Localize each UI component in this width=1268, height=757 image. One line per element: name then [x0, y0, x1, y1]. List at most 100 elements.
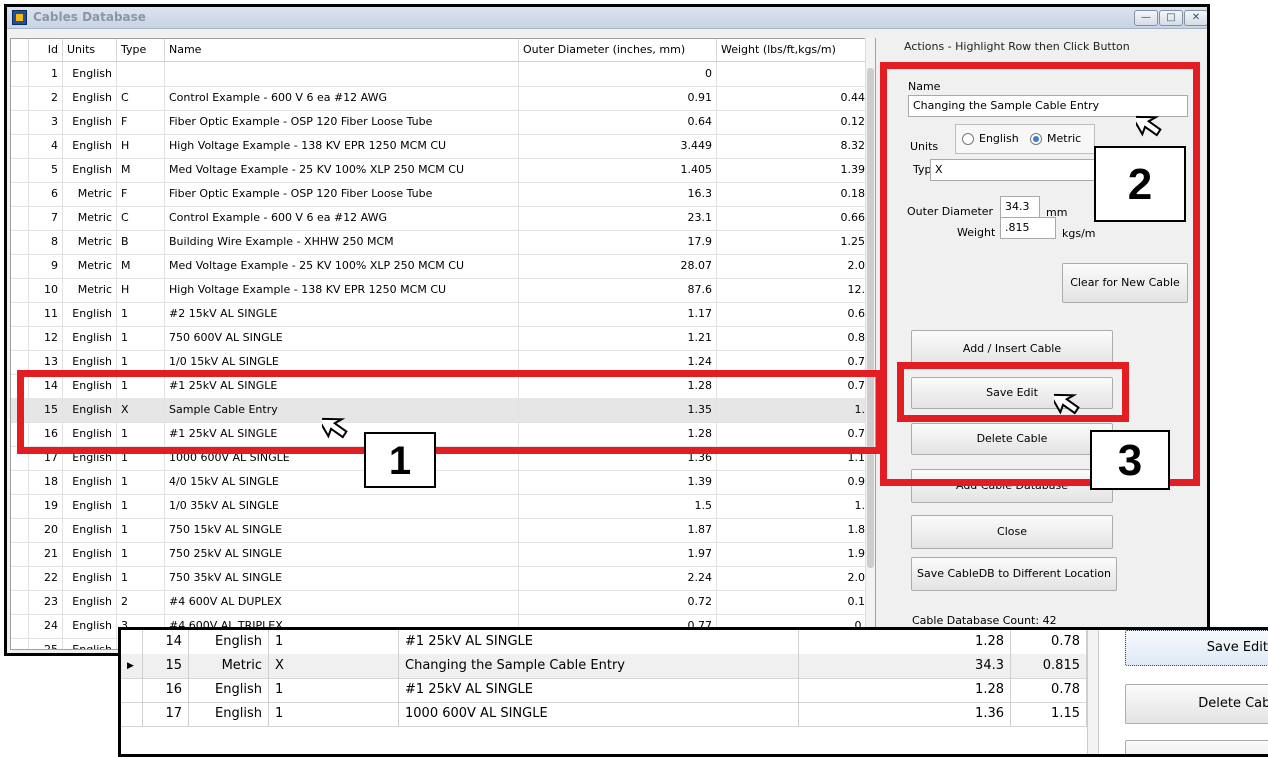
- cell-name[interactable]: 1/0 35kV AL SINGLE: [165, 494, 519, 518]
- cell-outer-diameter[interactable]: 0.72: [519, 590, 717, 614]
- row-header[interactable]: [11, 590, 29, 614]
- cell-units[interactable]: Metric: [63, 278, 117, 302]
- cell-name[interactable]: Fiber Optic Example - OSP 120 Fiber Loos…: [165, 182, 519, 206]
- row-header[interactable]: [11, 614, 29, 638]
- table-row[interactable]: 10 Metric H High Voltage Example - 138 KV E…: [11, 278, 875, 303]
- cell-id[interactable]: 4: [29, 134, 63, 158]
- grid-vertical-scrollbar[interactable]: [865, 38, 875, 650]
- cell-id[interactable]: 12: [29, 326, 63, 350]
- cell-name[interactable]: 750 15kV AL SINGLE: [165, 518, 519, 542]
- inset-cell-outer-diameter[interactable]: 1.28: [799, 630, 1011, 654]
- inset-next-button[interactable]: [1125, 740, 1268, 754]
- table-row[interactable]: 21 English 1 750 25kV AL SINGLE 1.97 1.95: [11, 542, 875, 567]
- cell-type[interactable]: H: [117, 134, 165, 158]
- cell-id[interactable]: 8: [29, 230, 63, 254]
- cell-outer-diameter[interactable]: 3.449: [519, 134, 717, 158]
- cell-type[interactable]: 1: [117, 542, 165, 566]
- cell-weight[interactable]: 2.09: [717, 566, 875, 590]
- cell-weight[interactable]: 1.86: [717, 518, 875, 542]
- inset-cell-id[interactable]: 14: [143, 630, 189, 654]
- cell-units[interactable]: English: [63, 86, 117, 110]
- row-header[interactable]: [11, 254, 29, 278]
- cell-weight[interactable]: 1.255: [717, 230, 875, 254]
- cell-name[interactable]: Med Voltage Example - 25 KV 100% XLP 250…: [165, 254, 519, 278]
- cell-name[interactable]: Control Example - 600 V 6 ea #12 AWG: [165, 86, 519, 110]
- inset-save-edit-button[interactable]: Save Edit: [1125, 630, 1268, 666]
- cell-weight[interactable]: 0: [717, 62, 875, 86]
- cell-name[interactable]: Med Voltage Example - 25 KV 100% XLP 250…: [165, 158, 519, 182]
- inset-cell-id[interactable]: 17: [143, 702, 189, 726]
- cell-units[interactable]: English: [63, 614, 117, 638]
- minimize-icon[interactable]: —: [1134, 10, 1158, 26]
- table-row[interactable]: 18 English 1 4/0 15kV AL SINGLE 1.39 0.94: [11, 470, 875, 495]
- close-icon[interactable]: ✕: [1184, 10, 1207, 26]
- cell-outer-diameter[interactable]: 0: [519, 62, 717, 86]
- cell-outer-diameter[interactable]: 1.21: [519, 326, 717, 350]
- cell-type[interactable]: F: [117, 110, 165, 134]
- cell-outer-diameter[interactable]: 87.6: [519, 278, 717, 302]
- cell-type[interactable]: 1: [117, 518, 165, 542]
- cell-outer-diameter[interactable]: 1.5: [519, 494, 717, 518]
- cell-units[interactable]: English: [63, 542, 117, 566]
- cell-outer-diameter[interactable]: 0.91: [519, 86, 717, 110]
- cell-type[interactable]: 1: [117, 494, 165, 518]
- row-header[interactable]: [11, 230, 29, 254]
- cell-units[interactable]: Metric: [63, 230, 117, 254]
- cell-units[interactable]: Metric: [63, 254, 117, 278]
- cell-id[interactable]: 18: [29, 470, 63, 494]
- row-header[interactable]: [11, 206, 29, 230]
- cell-id[interactable]: 7: [29, 206, 63, 230]
- cell-outer-diameter[interactable]: 28.07: [519, 254, 717, 278]
- cell-outer-diameter[interactable]: 1.39: [519, 470, 717, 494]
- cell-units[interactable]: English: [63, 326, 117, 350]
- title-bar[interactable]: Cables Database — □ ✕: [7, 7, 1207, 29]
- row-header[interactable]: [11, 638, 29, 649]
- inset-delete-cable-button[interactable]: Delete Cabl: [1125, 684, 1268, 724]
- cell-name[interactable]: 750 600V AL SINGLE: [165, 326, 519, 350]
- cell-outer-diameter[interactable]: 17.9: [519, 230, 717, 254]
- cell-id[interactable]: 6: [29, 182, 63, 206]
- cell-id[interactable]: 5: [29, 158, 63, 182]
- inset-cell-name[interactable]: #1 25kV AL SINGLE: [399, 630, 799, 654]
- table-row[interactable]: 11 English 1 #2 15kV AL SINGLE 1.17 0.62: [11, 302, 875, 327]
- inset-table-row[interactable]: 14 English 1 #1 25kV AL SINGLE 1.28 0.78: [121, 630, 1087, 655]
- cell-type[interactable]: F: [117, 182, 165, 206]
- cell-type[interactable]: M: [117, 254, 165, 278]
- inset-cell-name[interactable]: #1 25kV AL SINGLE: [399, 678, 799, 702]
- cell-units[interactable]: English: [63, 470, 117, 494]
- cell-type[interactable]: [117, 62, 165, 86]
- cell-name[interactable]: 750 25kV AL SINGLE: [165, 542, 519, 566]
- row-header[interactable]: [11, 302, 29, 326]
- table-row[interactable]: 19 English 1 1/0 35kV AL SINGLE 1.5 1.1: [11, 494, 875, 519]
- inset-cell-units[interactable]: English: [189, 702, 269, 726]
- inset-cell-weight[interactable]: 1.15: [1011, 702, 1087, 726]
- cell-units[interactable]: Metric: [63, 206, 117, 230]
- save-cabledb-location-button[interactable]: Save CableDB to Different Location: [911, 557, 1117, 591]
- cell-units[interactable]: English: [63, 590, 117, 614]
- cell-weight[interactable]: 0.13: [717, 590, 875, 614]
- cell-name[interactable]: 4/0 15kV AL SINGLE: [165, 470, 519, 494]
- cell-id[interactable]: 24: [29, 614, 63, 638]
- table-row[interactable]: 8 Metric B Building Wire Example - XHHW 250…: [11, 230, 875, 255]
- table-row[interactable]: 7 Metric C Control Example - 600 V 6 ea #12…: [11, 206, 875, 231]
- cell-type[interactable]: B: [117, 230, 165, 254]
- row-header[interactable]: [11, 518, 29, 542]
- cell-weight[interactable]: 0.185: [717, 182, 875, 206]
- cell-type[interactable]: 1: [117, 566, 165, 590]
- cell-id[interactable]: 22: [29, 566, 63, 590]
- cell-outer-diameter[interactable]: 16.3: [519, 182, 717, 206]
- inset-cell-type[interactable]: 1: [269, 702, 399, 726]
- cell-type[interactable]: M: [117, 158, 165, 182]
- row-header[interactable]: [11, 566, 29, 590]
- cell-units[interactable]: English: [63, 110, 117, 134]
- cell-name[interactable]: Fiber Optic Example - OSP 120 Fiber Loos…: [165, 110, 519, 134]
- col-header-name[interactable]: Name: [165, 39, 519, 61]
- cell-name[interactable]: High Voltage Example - 138 KV EPR 1250 M…: [165, 134, 519, 158]
- inset-cell-units[interactable]: Metric: [189, 654, 269, 678]
- inset-cell-name[interactable]: 1000 600V AL SINGLE: [399, 702, 799, 726]
- cell-type[interactable]: H: [117, 278, 165, 302]
- cell-id[interactable]: 2: [29, 86, 63, 110]
- col-header-weight[interactable]: Weight (lbs/ft,kgs/m): [717, 39, 875, 61]
- cell-type[interactable]: 1: [117, 326, 165, 350]
- inset-cell-id[interactable]: 16: [143, 678, 189, 702]
